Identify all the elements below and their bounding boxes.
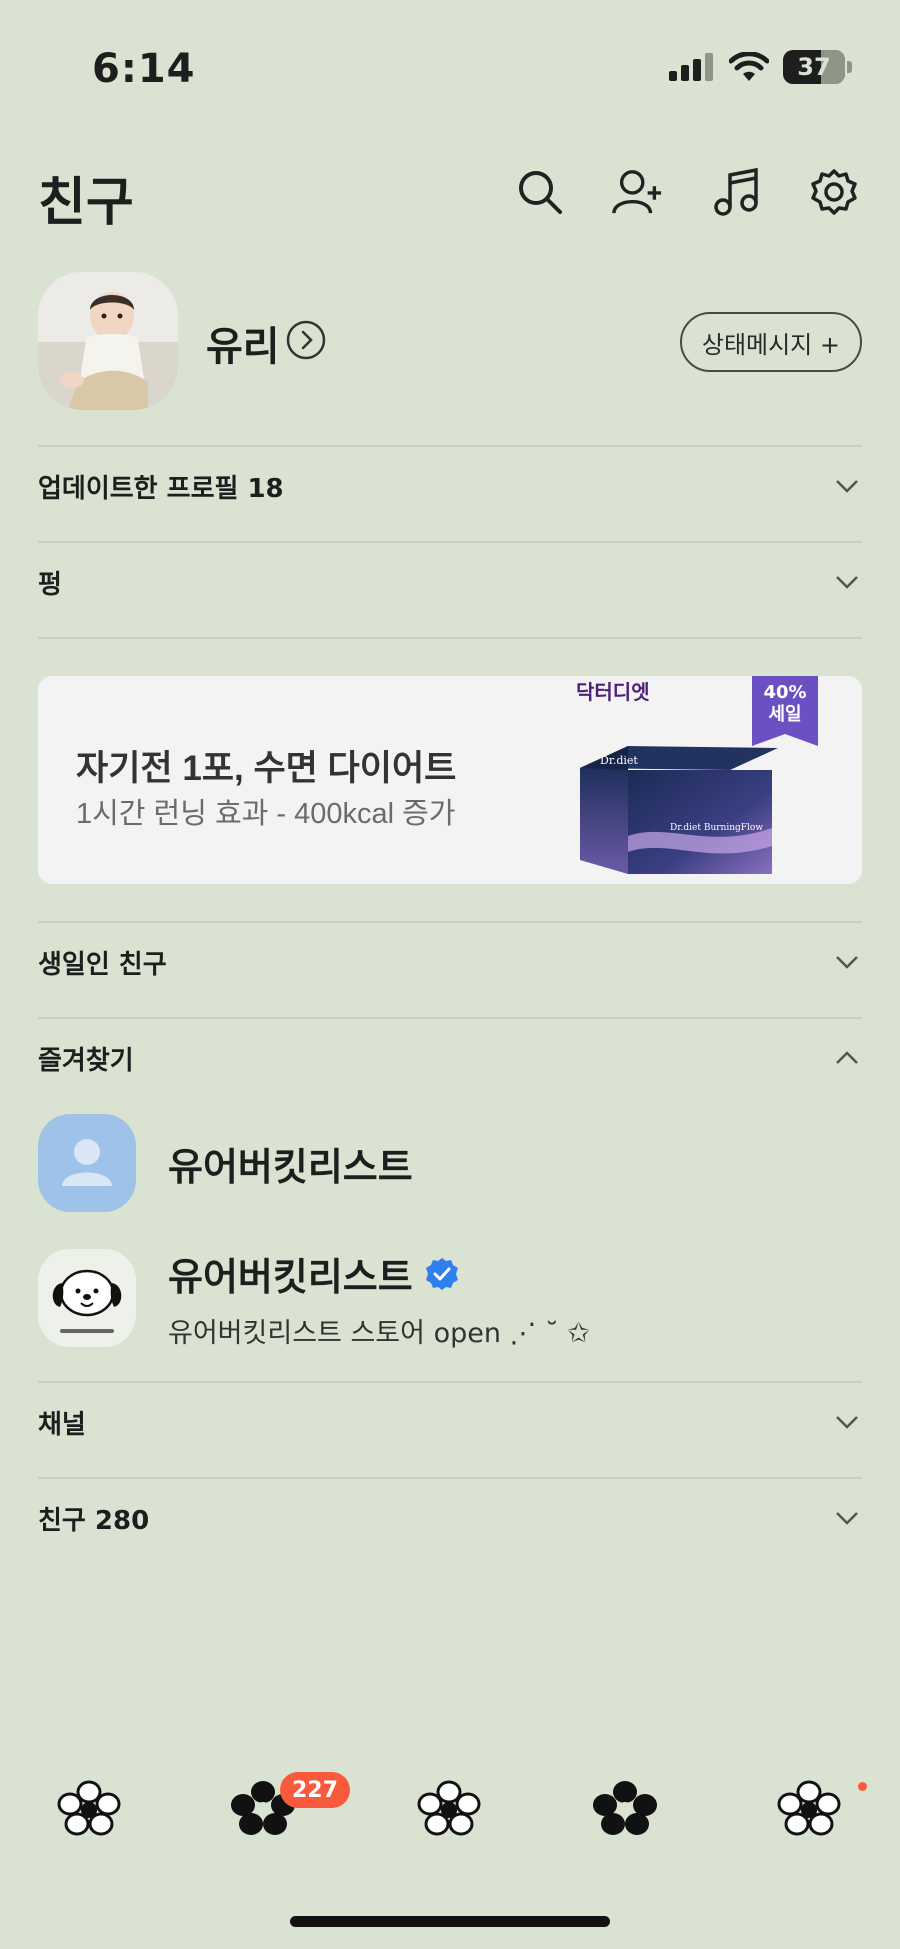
ad-subtitle: 1시간 런닝 효과 - 400kcal 증가: [76, 798, 456, 830]
divider: [38, 637, 862, 639]
home-indicator[interactable]: [290, 1916, 610, 1927]
favorite-status-message: 유어버킷리스트 스토어 open ⋰ ˘ ✩: [168, 1318, 590, 1349]
tab-view-flower-icon[interactable]: [416, 1780, 482, 1836]
section-label: 펑: [38, 569, 62, 600]
section-label: 생일인 친구: [38, 949, 167, 980]
section-favorites[interactable]: 즐겨찾기: [38, 1010, 862, 1106]
tab-shopping-flower-icon[interactable]: [592, 1780, 658, 1836]
box-product: Dr.diet BurningFlow: [670, 823, 763, 833]
wifi-icon: [729, 52, 769, 81]
status-time: 6:14: [92, 46, 196, 92]
ad-banner[interactable]: 자기전 1포, 수면 다이어트 1시간 런닝 효과 - 400kcal 증가 닥…: [38, 676, 862, 884]
favorite-name: 유어버킷리스트: [168, 1144, 413, 1189]
sale-label: 세일: [768, 704, 802, 725]
list-item[interactable]: 유어버킷리스트 유어버킷리스트 스토어 open ⋰ ˘ ✩: [38, 1248, 862, 1349]
chevron-down-icon: [836, 1512, 858, 1525]
sale-percent: 40%: [763, 682, 807, 703]
chevron-up-icon: [836, 1051, 858, 1064]
battery-icon: 37: [783, 50, 845, 84]
tab-friends-flower-icon[interactable]: [56, 1780, 122, 1836]
status-icons: 37: [669, 50, 852, 84]
section-updated-profiles[interactable]: 업데이트한 프로필 18: [38, 438, 862, 534]
product-box-image: Dr.diet Dr.diet BurningFlow: [580, 746, 778, 874]
section-label: 채널: [38, 1409, 86, 1440]
my-profile-name[interactable]: 유리: [206, 314, 280, 372]
dog-avatar-icon: [38, 1249, 136, 1347]
section-friends[interactable]: 친구 280: [38, 1470, 862, 1566]
chevron-down-icon: [836, 576, 858, 589]
status-message-label: 상태메시지 +: [701, 330, 840, 359]
header-actions: [514, 166, 860, 218]
section-birthday-friends[interactable]: 생일인 친구: [38, 914, 862, 1010]
add-friend-icon[interactable]: [612, 166, 664, 218]
ad-title: 자기전 1포, 수면 다이어트: [76, 749, 457, 788]
section-label: 즐겨찾기: [38, 1045, 134, 1076]
search-icon[interactable]: [514, 166, 566, 218]
page-title: 친구: [38, 173, 134, 233]
sale-badge: 40% 세일: [752, 676, 818, 746]
chevron-down-icon: [836, 956, 858, 969]
section-pung[interactable]: 펑: [38, 534, 862, 630]
notification-dot: [858, 1782, 867, 1791]
status-message-button[interactable]: 상태메시지 +: [679, 312, 862, 372]
ad-brand: 닥터디엣: [576, 680, 650, 704]
profile-arrow-icon[interactable]: [286, 320, 326, 360]
chevron-down-icon: [836, 1416, 858, 1429]
section-label: 업데이트한 프로필 18: [38, 473, 284, 504]
tab-more-flower-icon[interactable]: [776, 1780, 842, 1836]
list-item[interactable]: 유어버킷리스트: [38, 1113, 862, 1213]
music-icon[interactable]: [710, 166, 762, 218]
chevron-down-icon: [836, 480, 858, 493]
settings-gear-icon[interactable]: [808, 166, 860, 218]
section-channels[interactable]: 채널: [38, 1374, 862, 1470]
section-label: 친구 280: [38, 1505, 150, 1536]
default-avatar-icon: [38, 1114, 136, 1212]
favorite-name: 유어버킷리스트: [168, 1255, 413, 1299]
verified-badge-icon: [425, 1257, 458, 1290]
box-brand: Dr.diet: [600, 754, 638, 767]
signal-icon: [669, 53, 713, 81]
battery-level: 37: [797, 53, 831, 81]
chat-unread-badge: 227: [280, 1772, 350, 1808]
my-profile-avatar[interactable]: [38, 272, 178, 410]
